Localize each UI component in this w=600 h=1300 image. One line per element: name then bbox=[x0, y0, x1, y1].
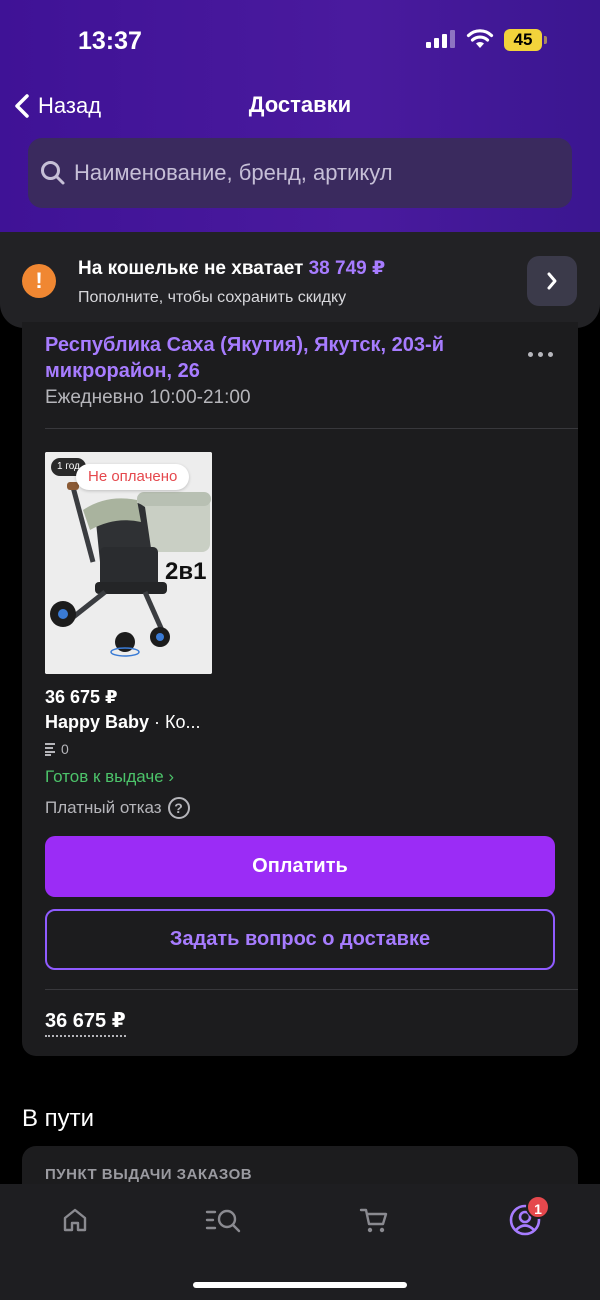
product-name[interactable]: Happy Baby · Ко... bbox=[45, 712, 215, 733]
rating-count: 0 bbox=[61, 741, 69, 757]
more-options-button[interactable] bbox=[520, 344, 560, 364]
wallet-subtitle: Пополните, чтобы сохранить скидку bbox=[78, 289, 347, 306]
pickup-hours: Ежедневно 10:00-21:00 bbox=[45, 387, 251, 408]
profile-notification-badge: 1 bbox=[526, 1195, 550, 1219]
search-icon bbox=[41, 161, 65, 185]
tab-home[interactable] bbox=[53, 1198, 97, 1242]
cart-icon bbox=[359, 1208, 388, 1233]
wallet-shortfall-amount: 38 749 ₽ bbox=[308, 258, 386, 279]
cellular-signal-icon bbox=[426, 30, 455, 48]
dot-icon bbox=[537, 351, 543, 357]
catalog-search-icon bbox=[205, 1209, 241, 1233]
wallet-banner[interactable] bbox=[0, 232, 600, 328]
page-title: Доставки bbox=[248, 92, 352, 117]
in-transit-heading: В пути bbox=[22, 1105, 95, 1132]
battery-indicator: 45 bbox=[504, 29, 542, 51]
order-total[interactable]: 36 675 ₽ bbox=[45, 1008, 126, 1037]
ask-delivery-question-button[interactable]: Задать вопрос о доставке bbox=[45, 909, 555, 970]
two-in-one-label: 2в1 bbox=[165, 558, 207, 585]
wifi-icon bbox=[466, 29, 494, 48]
chevron-right-icon bbox=[547, 272, 557, 290]
status-time: 13:37 bbox=[78, 27, 142, 55]
dot-icon bbox=[527, 351, 533, 357]
paid-refusal: Платный отказ ? bbox=[45, 797, 190, 819]
wallet-topup-button[interactable] bbox=[527, 256, 577, 306]
pickup-point-label: ПУНКТ ВЫДАЧИ ЗАКАЗОВ bbox=[45, 1166, 253, 1183]
nav-bar: Назад Доставки bbox=[0, 84, 600, 128]
product-name-suffix: · Ко... bbox=[154, 712, 201, 732]
pay-button[interactable]: Оплатить bbox=[45, 836, 555, 897]
divider bbox=[45, 989, 578, 990]
battery-tip bbox=[544, 36, 547, 44]
ready-for-pickup-link[interactable]: Готов к выдаче › bbox=[45, 767, 174, 787]
home-indicator bbox=[193, 1282, 407, 1288]
wallet-title: На кошельке не хватает 38 749 ₽ bbox=[78, 257, 385, 280]
wallet-title-text: На кошельке не хватает bbox=[78, 258, 304, 279]
product-price: 36 675 ₽ bbox=[45, 687, 118, 707]
product-brand: Happy Baby bbox=[45, 712, 150, 732]
home-icon bbox=[63, 1208, 87, 1232]
search-bar[interactable] bbox=[28, 138, 572, 208]
product-image[interactable]: 1 год Не оплачено 2в1 bbox=[45, 452, 212, 674]
unpaid-badge: Не оплачено bbox=[76, 464, 190, 490]
product-rating: 0 bbox=[45, 741, 69, 757]
paid-refusal-label: Платный отказ bbox=[45, 798, 162, 817]
tab-catalog[interactable] bbox=[202, 1198, 246, 1242]
status-bar: 13:37 45 bbox=[0, 0, 600, 80]
divider bbox=[45, 428, 578, 429]
dot-icon bbox=[547, 351, 553, 357]
help-icon[interactable]: ? bbox=[167, 797, 190, 819]
delivery-address[interactable]: Республика Саха (Якутия), Якутск, 203-й … bbox=[45, 332, 505, 384]
tab-cart[interactable] bbox=[352, 1198, 396, 1242]
search-input[interactable] bbox=[74, 160, 544, 186]
exclamation-icon: ! bbox=[22, 264, 56, 298]
list-icon bbox=[45, 743, 55, 756]
